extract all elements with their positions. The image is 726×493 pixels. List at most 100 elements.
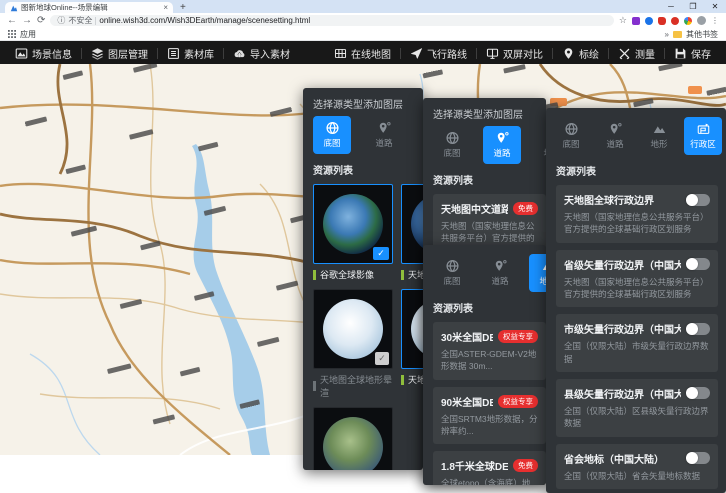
save-button[interactable]: 保存: [665, 41, 720, 65]
measure-label: 测量: [635, 49, 655, 61]
tab-basemap[interactable]: 底图: [433, 126, 471, 164]
tab-terrain[interactable]: 地形: [533, 126, 546, 164]
tab-close-icon[interactable]: ×: [163, 3, 168, 12]
close-icon[interactable]: ✕: [704, 0, 726, 13]
checked-icon[interactable]: ✓: [375, 352, 389, 365]
maximize-icon[interactable]: ❐: [682, 0, 704, 13]
import-material-label: 导入素材: [250, 49, 290, 61]
earth-preview: [411, 299, 423, 359]
online-map-button[interactable]: 在线地图: [325, 41, 400, 65]
plot-button[interactable]: 标绘: [553, 41, 608, 65]
tab-road[interactable]: 道路: [483, 126, 521, 164]
district-item[interactable]: 省会地标（中国大陆） 全国（仅限大陆）省会矢量地标数据: [556, 443, 718, 489]
flight-route-button[interactable]: 飞行路线: [401, 41, 476, 65]
district-item-title: 市级矢量行政边界（中国大陆）: [564, 325, 681, 337]
browser-tab[interactable]: 图新地球Online--场景编辑 ×: [5, 2, 173, 13]
basemap-label: 天地图: [401, 268, 423, 281]
back-icon[interactable]: ←: [7, 13, 17, 28]
extension-icon[interactable]: [671, 16, 679, 25]
district-map-icon: [696, 122, 711, 136]
checked-icon[interactable]: ✓: [373, 247, 389, 260]
earth-preview: [411, 194, 423, 254]
district-item-desc: 全国（仅限大陆）区县级矢量行政边界数据: [564, 405, 709, 429]
basemap-thumbnail[interactable]: ✓: [401, 184, 423, 264]
apps-label[interactable]: 应用: [20, 29, 36, 40]
url-field[interactable]: ⓘ 不安全 online.wish3d.com/Wish3DEarth/mana…: [50, 15, 614, 26]
save-label: 保存: [691, 49, 711, 61]
terrain-item[interactable]: 90米全国DEM 权益专享 全国SRTM3地形数据，分辨率约...: [433, 386, 546, 445]
extension-icon[interactable]: [645, 16, 653, 25]
district-item[interactable]: 市级矢量行政边界（中国大陆） 全国（仅限大陆）市级矢量行政边界数据: [556, 314, 718, 372]
terrain-item[interactable]: 30米全国DEM 权益专享 全国ASTER-GDEM-V2地形数据 30m...: [433, 322, 546, 380]
extension-icon[interactable]: [632, 16, 640, 25]
tab-road[interactable]: 道路: [481, 254, 519, 292]
district-item[interactable]: 省级矢量行政边界（中国大陆） 天地图（国家地理信息公共服务平台）官方提供的全球基…: [556, 249, 718, 308]
terrain-item-desc: 全球etopo（含海底）地形数据，1800m...: [441, 478, 531, 485]
basemap-thumbnail[interactable]: ✓: [401, 289, 423, 369]
terrain-item-title: 30米全国DEM: [441, 333, 493, 344]
tab-district[interactable]: 行政区: [684, 117, 722, 155]
road-item-desc: 天地图（国家地理信息公共服务平台）官方提供的全球道路标注服务: [441, 221, 535, 244]
profile-avatar[interactable]: [697, 16, 706, 25]
basemap-thumbnail[interactable]: ✓: [313, 407, 393, 470]
toggle-off[interactable]: [686, 193, 710, 206]
layer-manage-button[interactable]: 图层管理: [82, 41, 157, 65]
material-library-label: 素材库: [184, 49, 214, 61]
toggle-off[interactable]: [686, 452, 710, 464]
layers-icon: [91, 47, 104, 60]
basemap-item[interactable]: ✓ 天地图全球地形晕渲: [313, 289, 393, 399]
import-material-button[interactable]: 导入素材: [224, 41, 299, 65]
extension-icon[interactable]: [658, 16, 666, 25]
tab-title: 图新地球Online--场景编辑: [21, 3, 108, 12]
terrain-item[interactable]: 1.8千米全球DEM 免费 全球etopo（含海底）地形数据，1800m...: [433, 451, 546, 485]
basemap-item[interactable]: ✓ 谷歌全球影像: [313, 184, 393, 281]
toggle-off[interactable]: [686, 387, 710, 400]
tab-road[interactable]: 道路: [365, 116, 403, 154]
tab-basemap[interactable]: 底图: [552, 117, 590, 155]
road-item[interactable]: 天地图中文道路标注 免费 天地图（国家地理信息公共服务平台）官方提供的全球道路标…: [433, 194, 546, 252]
tab-terrain[interactable]: 地形: [640, 117, 678, 155]
tab-terrain[interactable]: 地形: [529, 254, 546, 292]
basemap-label: 天地图: [401, 373, 423, 386]
forward-icon[interactable]: →: [22, 13, 32, 28]
minimize-icon[interactable]: ─: [660, 0, 682, 13]
basemap-thumbnail[interactable]: ✓: [313, 184, 393, 264]
chrome-extension-icon[interactable]: [684, 16, 692, 25]
browser-menu-icon[interactable]: ⋮: [711, 16, 719, 25]
basemap-item[interactable]: ✓ ArcGis全球影像: [313, 407, 393, 470]
toggle-off[interactable]: [686, 258, 710, 271]
measure-button[interactable]: 测量: [609, 41, 664, 65]
app-toolbar: 场景信息 图层管理 素材库 导入素材 在线地图 飞行路线 双屏对比 标绘 测量 …: [0, 41, 726, 65]
basemap-item[interactable]: ✓ 天地图: [401, 184, 423, 281]
bookmark-star-icon[interactable]: ☆: [619, 15, 627, 26]
pin-route-icon: [377, 121, 392, 135]
new-tab-button[interactable]: +: [180, 2, 186, 13]
district-item[interactable]: 县级矢量行政边界（中国大陆） 全国（仅限大陆）区县级矢量行政边界数据: [556, 378, 718, 437]
scene-info-button[interactable]: 场景信息: [6, 41, 81, 65]
tab-label: 道路: [375, 138, 393, 148]
tab-basemap[interactable]: 底图: [313, 116, 351, 154]
basemap-thumbnail[interactable]: ✓: [313, 289, 393, 369]
toggle-off[interactable]: [686, 322, 710, 335]
pin-route-icon: [493, 259, 508, 273]
district-item-desc: 天地图（国家地理信息公共服务平台）官方提供的全球基础行政区划服务: [564, 276, 709, 299]
reload-icon[interactable]: ⟳: [37, 13, 45, 28]
source-type-tabs: 底图 道路 地形 行政区: [552, 117, 722, 155]
panel-title: 选择源类型添加图层: [313, 100, 403, 111]
apps-grid-icon[interactable]: [8, 30, 16, 38]
basemap-item[interactable]: ✓ 天地图: [401, 289, 423, 399]
material-library-button[interactable]: 素材库: [158, 41, 223, 65]
globe-icon: [445, 259, 460, 273]
info-icon[interactable]: ⓘ: [57, 15, 65, 26]
dual-screen-button[interactable]: 双屏对比: [477, 41, 552, 65]
bookmarks-overflow-icon[interactable]: »: [665, 30, 669, 39]
district-item[interactable]: 天地图全球行政边界 天地图（国家地理信息公共服务平台）官方提供的全球基础行政区划…: [556, 185, 718, 243]
basemap-label: 谷歌全球影像: [313, 268, 393, 281]
road-list: 天地图中文道路标注 免费 天地图（国家地理信息公共服务平台）官方提供的全球道路标…: [433, 194, 546, 252]
accent-bar: [313, 381, 316, 391]
tab-road[interactable]: 道路: [596, 117, 634, 155]
other-bookmarks-label[interactable]: 其他书签: [686, 29, 718, 40]
toolbar-right-group: 在线地图 飞行路线 双屏对比 标绘 测量 保存: [325, 41, 720, 65]
window-controls: ─ ❐ ✕: [660, 0, 726, 13]
tab-basemap[interactable]: 底图: [433, 254, 471, 292]
